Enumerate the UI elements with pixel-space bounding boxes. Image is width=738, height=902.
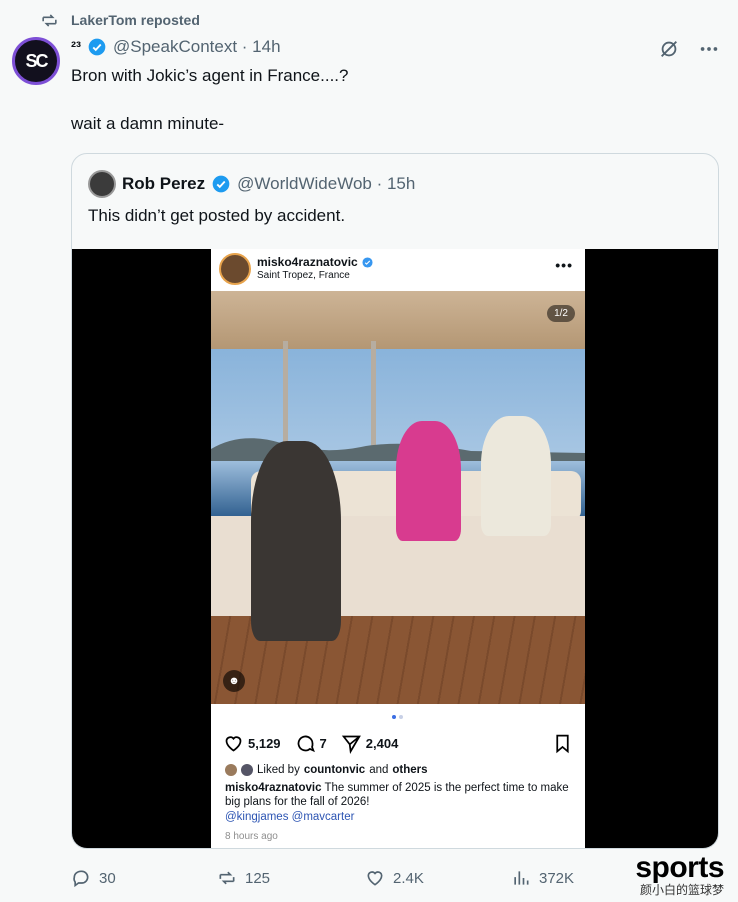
ig-comment-icon: [297, 735, 315, 752]
photo-awning: [211, 291, 585, 349]
ig-shares-count: 2,404: [365, 735, 399, 751]
author-handle-time[interactable]: @SpeakContext · 14h: [113, 37, 281, 57]
ig-image-counter: 1/2: [547, 305, 575, 322]
repost-indicator[interactable]: LakerTom reposted: [40, 10, 200, 30]
ig-tag-icon: ☻: [223, 670, 245, 692]
photo-person: [396, 421, 461, 541]
repost-icon: [219, 871, 235, 885]
analytics-icon: [514, 871, 529, 885]
ig-actions: 5,129 7 2,404: [223, 731, 573, 755]
quoted-author-name[interactable]: Rob Perez: [122, 174, 205, 194]
liker-avatar: [241, 764, 253, 776]
repost-count: 125: [245, 869, 271, 887]
ig-heart-icon: [225, 735, 242, 752]
ig-likes-count: 5,129: [248, 735, 281, 751]
photo-person: [251, 441, 341, 641]
photo-person: [481, 416, 551, 536]
watermark: sports 颜小白的篮球梦: [635, 853, 724, 898]
carousel-dot: [392, 715, 396, 719]
more-options-icon[interactable]: [698, 38, 720, 60]
views-button[interactable]: 372K: [511, 868, 574, 888]
reply-icon: [73, 870, 89, 888]
author-avatar[interactable]: SC: [12, 37, 60, 85]
ig-comments-count: 7: [319, 735, 327, 751]
ig-liked-by: Liked by countonvic and others: [225, 764, 428, 776]
carousel-dot: [399, 715, 403, 719]
ig-avatar: [219, 253, 251, 285]
ig-caption: misko4raznatovic The summer of 2025 is t…: [225, 781, 571, 809]
heart-icon: [367, 871, 383, 886]
yacht-photo: 1/2 ☻: [211, 291, 585, 704]
tweet-action-bar: 30 125 2.4K 372K: [71, 864, 721, 892]
tweet-top-actions: [658, 38, 720, 60]
tweet-text: Bron with Jokic’s agent in France....? w…: [71, 66, 349, 133]
repost-icon: [42, 13, 57, 27]
avatar-text: SC: [25, 50, 48, 71]
repost-label: LakerTom reposted: [71, 12, 200, 28]
ig-carousel-dots: [392, 715, 403, 719]
ig-mentions: @kingjames @mavcarter: [225, 811, 355, 823]
ig-more-icon: •••: [555, 257, 573, 273]
instagram-screenshot: misko4raznatovic Saint Tropez, France ••…: [211, 249, 585, 848]
quoted-media[interactable]: misko4raznatovic Saint Tropez, France ••…: [72, 249, 718, 848]
ig-username: misko4raznatovic: [257, 255, 373, 269]
quoted-handle-time[interactable]: @WorldWideWob · 15h: [237, 174, 415, 194]
author-name[interactable]: ²³: [71, 39, 81, 56]
liked-by-and: and: [369, 764, 389, 776]
reply-button[interactable]: 30: [71, 868, 116, 888]
like-button[interactable]: 2.4K: [365, 868, 424, 888]
quoted-header: Rob Perez @WorldWideWob · 15h: [88, 170, 415, 198]
liked-by-others: others: [392, 764, 428, 776]
tweet-header: ²³ @SpeakContext · 14h: [71, 37, 281, 57]
watermark-logo: sports: [635, 851, 724, 884]
liked-by-prefix: Liked by: [257, 764, 300, 776]
reply-count: 30: [99, 869, 116, 887]
ig-header: misko4raznatovic Saint Tropez, France ••…: [211, 249, 585, 291]
repost-button[interactable]: 125: [217, 868, 270, 888]
liker-avatar: [225, 764, 237, 776]
ig-verified-icon: [362, 256, 373, 268]
ig-username-text: misko4raznatovic: [257, 255, 358, 269]
verified-badge-icon: [212, 175, 230, 193]
ig-time-ago: 8 hours ago: [225, 831, 278, 842]
grok-icon[interactable]: [658, 38, 680, 60]
ig-share-icon: [341, 735, 361, 754]
verified-badge-icon: [88, 38, 106, 56]
views-count: 372K: [539, 869, 575, 887]
quoted-avatar[interactable]: [88, 170, 116, 198]
ig-location: Saint Tropez, France: [257, 270, 350, 281]
quoted-tweet[interactable]: Rob Perez @WorldWideWob · 15h This didn’…: [71, 153, 719, 849]
caption-username: misko4raznatovic: [225, 782, 322, 794]
quoted-text: This didn’t get posted by accident.: [88, 206, 346, 225]
watermark-caption: 颜小白的篮球梦: [639, 883, 724, 897]
liked-by-user: countonvic: [303, 764, 366, 776]
ig-bookmark-icon: [556, 734, 569, 754]
like-count: 2.4K: [393, 869, 424, 887]
